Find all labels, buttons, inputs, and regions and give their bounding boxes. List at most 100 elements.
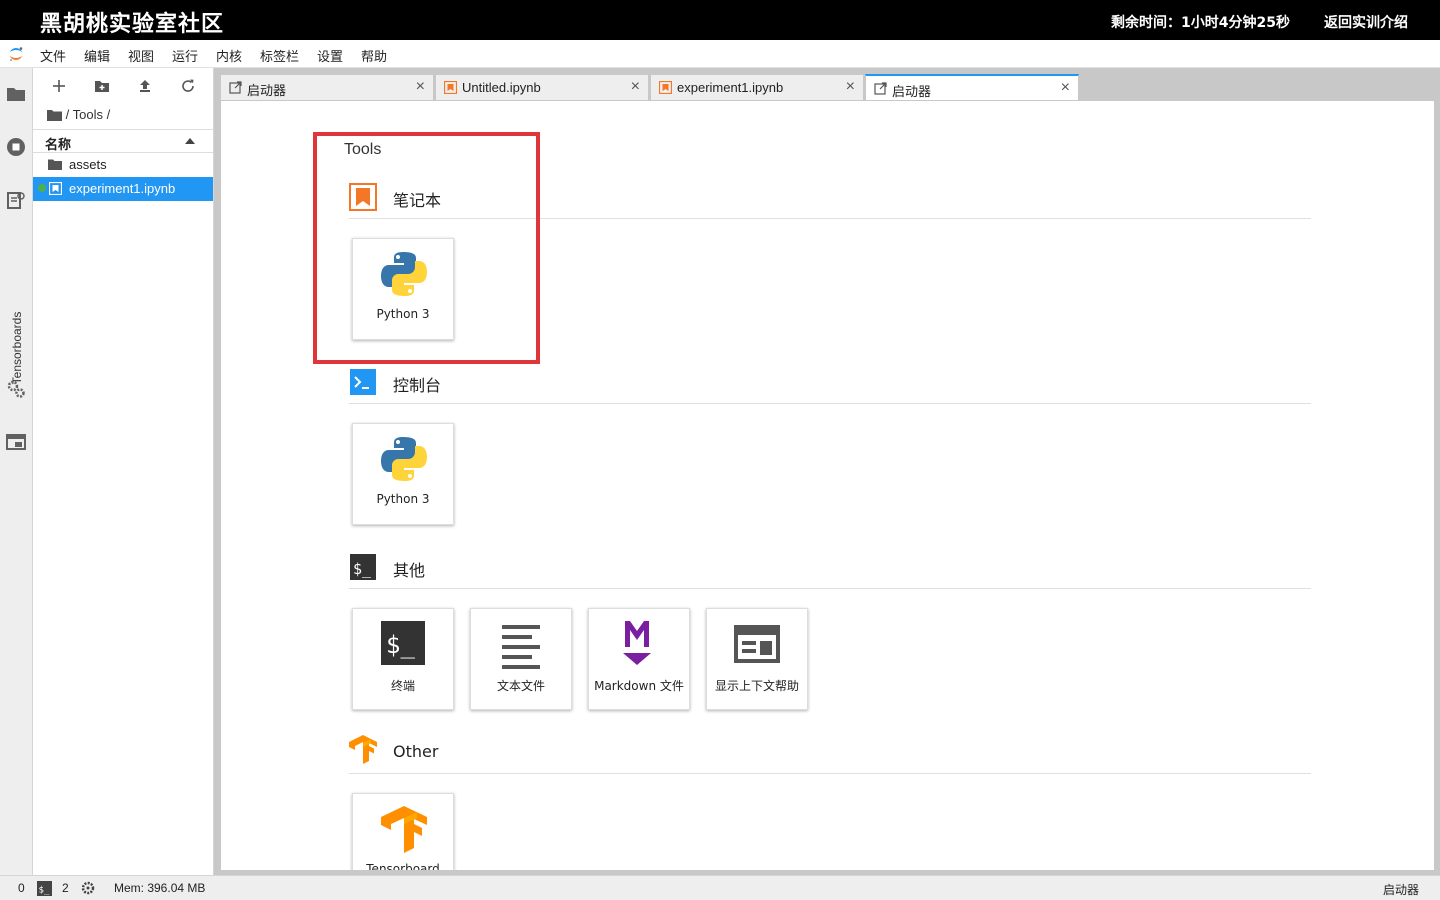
section-other-cn: $_ 其他 <box>349 549 1311 589</box>
card-console-python3[interactable]: Python 3 <box>352 423 454 525</box>
tensorflow-icon <box>381 806 427 853</box>
section-title: 其他 <box>393 561 426 580</box>
menu-help[interactable]: 帮助 <box>361 46 387 65</box>
menu-kernel[interactable]: 内核 <box>216 46 242 65</box>
property-inspector-gears-icon[interactable] <box>6 379 26 399</box>
notebook-section-icon <box>349 183 377 211</box>
section-title: Other <box>393 742 439 761</box>
tab-launcher-1[interactable]: 启动器 × <box>220 74 434 100</box>
file-list-header: 名称 <box>33 129 213 153</box>
new-launcher-plus-icon[interactable] <box>49 76 69 96</box>
file-name: assets <box>69 157 107 172</box>
close-icon[interactable]: × <box>416 78 425 96</box>
text-file-icon <box>502 625 540 669</box>
close-icon[interactable]: × <box>631 78 640 96</box>
close-icon[interactable]: × <box>1061 79 1070 97</box>
running-indicator-dot <box>38 184 46 192</box>
back-to-intro-link[interactable]: 返回实训介绍 <box>1324 12 1408 32</box>
jupyter-logo-icon <box>10 47 23 61</box>
tab-label: experiment1.ipynb <box>677 80 784 95</box>
active-tab-name: 启动器 <box>1383 883 1420 897</box>
file-row-assets[interactable]: assets <box>33 153 213 177</box>
status-bar: 0 $_ 2 Mem: 396.04 MB 启动器 <box>0 875 1440 900</box>
tensorboards-tab[interactable]: Tensorboards <box>10 308 24 388</box>
card-context-help[interactable]: 显示上下文帮助 <box>706 608 808 710</box>
kernel-count[interactable]: 0 <box>18 881 25 895</box>
terminal-icon[interactable]: $_ <box>37 881 52 896</box>
launcher-icon <box>874 82 887 95</box>
tab-launcher-active[interactable]: 启动器 × <box>865 74 1079 101</box>
tab-label: 启动器 <box>247 83 287 98</box>
folder-icon <box>48 159 62 170</box>
section-console: 控制台 <box>349 364 1311 404</box>
open-tabs-icon[interactable] <box>6 432 26 452</box>
brand-title: 黑胡桃实验室社区 <box>40 12 225 37</box>
card-label: 终端 <box>390 679 415 693</box>
breadcrumb-path[interactable]: / Tools / <box>66 107 111 122</box>
top-bar: 黑胡桃实验室社区 剩余时间：1小时4分钟25秒 返回实训介绍 <box>0 0 1440 40</box>
card-label: Tensorboard <box>366 862 440 870</box>
refresh-icon[interactable] <box>178 76 198 96</box>
tab-label: 启动器 <box>892 84 932 99</box>
breadcrumb: / Tools / <box>47 106 110 122</box>
tab-bar: 启动器 × Untitled.ipynb × experiment1.ipynb… <box>220 74 1080 101</box>
menu-run[interactable]: 运行 <box>172 46 198 65</box>
commands-palette-icon[interactable] <box>6 190 26 210</box>
folder-icon[interactable] <box>6 84 26 104</box>
card-label: 文本文件 <box>496 679 545 693</box>
notebook-icon <box>49 182 62 195</box>
close-icon[interactable]: × <box>846 78 855 96</box>
file-row-experiment1[interactable]: experiment1.ipynb <box>33 177 213 201</box>
svg-text:$_: $_ <box>353 560 372 578</box>
menu-edit[interactable]: 编辑 <box>84 46 110 65</box>
upload-icon[interactable] <box>135 76 155 96</box>
card-label: Markdown 文件 <box>594 679 684 693</box>
notebook-icon <box>659 81 672 94</box>
section-notebook: 笔记本 <box>349 179 1311 219</box>
launcher-panel: Tools 笔记本 Python 3 控制台 Python 3 $_ 其他 $_… <box>221 100 1434 870</box>
context-help-icon <box>734 625 780 663</box>
card-label: Python 3 <box>376 307 430 321</box>
remaining-time: 剩余时间：1小时4分钟25秒 <box>1111 15 1290 31</box>
running-stop-icon[interactable] <box>6 137 26 157</box>
card-text-file[interactable]: 文本文件 <box>470 608 572 710</box>
tensorflow-section-icon <box>349 735 377 764</box>
memory-usage: Mem: 396.04 MB <box>114 881 206 895</box>
python-icon <box>381 437 427 481</box>
tab-untitled-notebook[interactable]: Untitled.ipynb × <box>435 74 649 100</box>
menu-settings[interactable]: 设置 <box>317 46 343 65</box>
menu-view[interactable]: 视图 <box>128 46 154 65</box>
left-sidebar-rail: Tensorboards <box>0 68 33 875</box>
svg-text:$_: $_ <box>39 886 50 896</box>
other-section-icon: $_ <box>350 554 376 580</box>
notebook-icon <box>444 81 457 94</box>
launcher-cwd-title: Tools <box>344 141 382 158</box>
markdown-icon <box>623 621 651 665</box>
console-section-icon <box>350 369 376 395</box>
kernel-gear-icon[interactable] <box>81 881 95 895</box>
card-notebook-python3[interactable]: Python 3 <box>352 238 454 340</box>
python-icon <box>381 252 427 296</box>
card-label: Python 3 <box>376 492 430 506</box>
terminal-icon: $_ <box>381 621 425 665</box>
section-title: 控制台 <box>393 376 442 395</box>
new-folder-icon[interactable] <box>92 76 112 96</box>
terminal-count[interactable]: 2 <box>62 881 69 895</box>
name-column-header[interactable]: 名称 <box>45 134 71 153</box>
file-browser-panel: / Tools / 名称 assets experiment1.ipynb <box>33 68 214 875</box>
section-other: Other <box>349 734 1311 774</box>
svg-text:$_: $_ <box>386 631 415 659</box>
card-markdown-file[interactable]: Markdown 文件 <box>588 608 690 710</box>
menu-bar: 文件 编辑 视图 运行 内核 标签栏 设置 帮助 <box>0 40 1440 68</box>
menu-file[interactable]: 文件 <box>40 46 66 65</box>
tab-label: Untitled.ipynb <box>462 80 541 95</box>
section-title: 笔记本 <box>393 191 442 210</box>
card-tensorboard[interactable]: Tensorboard <box>352 793 454 870</box>
sort-ascending-icon[interactable] <box>185 138 195 144</box>
menu-tabs[interactable]: 标签栏 <box>260 46 299 65</box>
file-name: experiment1.ipynb <box>69 181 176 196</box>
folder-icon[interactable] <box>47 109 62 121</box>
card-terminal[interactable]: $_ 终端 <box>352 608 454 710</box>
launcher-icon <box>229 81 242 94</box>
tab-experiment1-notebook[interactable]: experiment1.ipynb × <box>650 74 864 100</box>
